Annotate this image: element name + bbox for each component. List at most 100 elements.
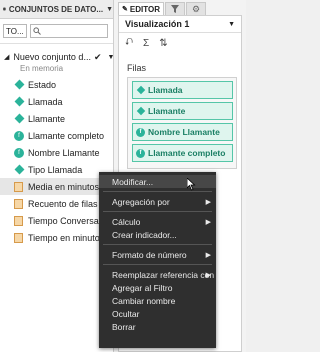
mouse-cursor-icon <box>187 178 196 191</box>
field-item[interactable]: Recuento de filas <box>0 195 113 212</box>
sort-icon[interactable]: ⇅ <box>159 38 167 49</box>
rows-drop-zone[interactable]: Llamada Llamante f Nombre Llamante f Llama… <box>127 77 237 169</box>
search-input[interactable] <box>30 24 108 38</box>
menu-item-borrar[interactable]: Borrar <box>99 320 216 333</box>
field-label: Media en minutos <box>28 181 100 192</box>
menu-item-label: Agregación por <box>112 196 170 207</box>
row-pill[interactable]: Llamada <box>132 81 233 99</box>
calculated-dimension-icon: f <box>14 147 24 158</box>
menu-item-label: Agregar al Filtro <box>112 282 173 293</box>
row-pill[interactable]: Llamante <box>132 102 233 120</box>
type-select[interactable]: TO... <box>3 24 27 38</box>
menu-item-agregar-filtro[interactable]: Agregar al Filtro <box>99 281 216 294</box>
menu-item-modificar[interactable]: Modificar... <box>99 175 216 188</box>
swap-axes-icon[interactable]: ⮏ <box>125 35 133 52</box>
chevron-down-icon: ▼ <box>228 20 235 28</box>
gear-icon: ⚙ <box>191 3 201 14</box>
dataset-status: En memoria <box>20 64 64 73</box>
dataset-row[interactable]: ◢ Nuevo conjunto d... ✔ ▼ <box>0 50 114 64</box>
field-label: Recuento de filas <box>28 198 98 209</box>
datasets-panel: CONJUNTOS DE DATO... ▼ TO... ◢ Nuevo con… <box>0 0 114 352</box>
menu-item-agregacion[interactable]: Agregación por ▶ <box>99 195 216 208</box>
datasets-header-title: CONJUNTOS DE DATO... <box>8 4 104 14</box>
pill-label: Llamante completo <box>148 148 226 158</box>
chevron-down-icon[interactable]: ▼ <box>106 6 113 13</box>
menu-item-reemplazar-referencia[interactable]: Reemplazar referencia con ▶ <box>99 268 216 281</box>
datasets-toolbar: TO... <box>0 19 113 44</box>
dimension-diamond-icon <box>136 106 146 116</box>
field-label: Llamante completo <box>28 130 105 141</box>
menu-separator <box>103 211 212 212</box>
type-select-value: TO... <box>6 26 24 36</box>
collapse-triangle-icon[interactable]: ◢ <box>4 53 9 61</box>
measure-icon <box>14 198 23 209</box>
field-label: Tiempo en minutos <box>28 232 105 243</box>
dataset-name: Nuevo conjunto d... <box>13 52 91 62</box>
menu-item-ocultar[interactable]: Ocultar <box>99 307 216 320</box>
pill-label: Llamante <box>148 106 186 116</box>
submenu-arrow-icon: ▶ <box>205 251 211 259</box>
menu-item-formato-numero[interactable]: Formato de número ▶ <box>99 248 216 261</box>
field-label: Llamada <box>28 96 63 107</box>
tab-editor[interactable]: ✎ EDITOR <box>118 2 164 15</box>
field-label: Estado <box>28 79 57 90</box>
rows-section-label: Filas <box>127 63 147 73</box>
menu-item-calculo[interactable]: Cálculo ▶ <box>99 215 216 228</box>
row-pill[interactable]: f Llamante completo <box>132 144 233 162</box>
tab-filter[interactable] <box>165 2 185 15</box>
menu-item-crear-indicador[interactable]: Crear indicador... <box>99 228 216 241</box>
checkmark-icon: ✔ <box>93 51 102 62</box>
measure-icon <box>14 232 23 243</box>
calculated-dimension-icon: f <box>136 127 145 137</box>
dimension-diamond-icon <box>136 85 146 95</box>
menu-item-label: Ocultar <box>112 308 140 319</box>
field-item[interactable]: f Nombre Llamante <box>0 144 113 161</box>
field-item[interactable]: f Llamante completo <box>0 127 113 144</box>
tab-editor-label: EDITOR <box>129 4 160 14</box>
pencil-icon: ✎ <box>122 6 128 13</box>
editor-actions: ⮏ Σ ⇅ <box>119 33 241 53</box>
calculated-dimension-icon: f <box>14 130 24 141</box>
datasets-header[interactable]: CONJUNTOS DE DATO... ▼ <box>0 0 113 19</box>
visualization-title: Visualización 1 <box>125 19 190 29</box>
menu-separator <box>103 244 212 245</box>
menu-item-label: Formato de número <box>112 249 187 260</box>
field-item[interactable]: Tiempo Conversa... <box>0 212 113 229</box>
field-item[interactable]: Llamada <box>0 93 113 110</box>
menu-item-cambiar-nombre[interactable]: Cambiar nombre <box>99 294 216 307</box>
menu-item-label: Cambiar nombre <box>112 295 176 306</box>
tab-settings[interactable]: ⚙ <box>186 2 206 15</box>
menu-separator <box>103 191 212 192</box>
field-list: Estado Llamada Llamante f Llamante comple… <box>0 76 113 246</box>
field-item[interactable]: Tipo Llamada <box>0 161 113 178</box>
measure-icon <box>14 215 23 226</box>
submenu-arrow-icon: ▶ <box>205 198 211 206</box>
field-label: Nombre Llamante <box>28 147 100 158</box>
visualization-selector[interactable]: Visualización 1 ▼ <box>119 16 241 33</box>
field-item-selected[interactable]: Media en minutos <box>0 178 113 195</box>
row-pill[interactable]: f Nombre Llamante <box>132 123 233 141</box>
dimension-diamond-icon <box>14 164 25 175</box>
field-item[interactable]: Estado <box>0 76 113 93</box>
field-label: Tiempo Conversa... <box>28 215 107 226</box>
menu-item-label: Reemplazar referencia con <box>112 269 215 280</box>
dimension-diamond-icon <box>14 79 25 90</box>
menu-item-label: Borrar <box>112 321 136 332</box>
database-icon <box>3 7 6 11</box>
filter-icon <box>171 5 179 13</box>
pill-label: Llamada <box>148 85 183 95</box>
menu-item-label: Cálculo <box>112 216 141 227</box>
pill-label: Nombre Llamante <box>148 127 220 137</box>
menu-separator <box>103 264 212 265</box>
sum-icon[interactable]: Σ <box>143 38 149 49</box>
field-item[interactable]: Tiempo en minutos <box>0 229 113 246</box>
search-icon <box>33 27 41 35</box>
dimension-diamond-icon <box>14 96 25 107</box>
submenu-arrow-icon: ▶ <box>205 271 211 279</box>
field-item[interactable]: Llamante <box>0 110 113 127</box>
calculated-dimension-icon: f <box>136 148 145 158</box>
measure-icon <box>14 181 23 192</box>
menu-item-label: Modificar... <box>112 176 154 187</box>
field-label: Llamante <box>28 113 66 124</box>
submenu-arrow-icon: ▶ <box>205 218 211 226</box>
